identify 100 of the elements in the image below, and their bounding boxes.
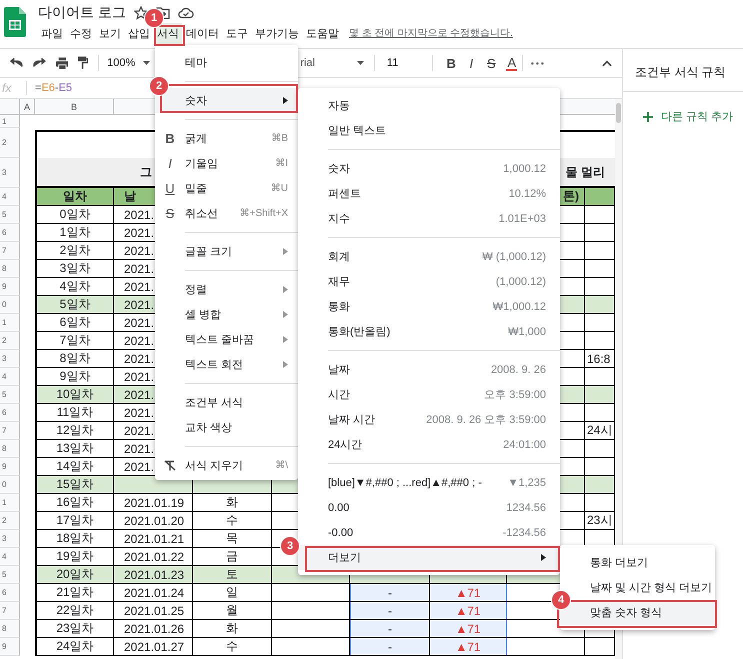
font-dropdown[interactable]: rial: [300, 57, 364, 69]
last-edit-link[interactable]: 몇 초 전에 마지막으로 수정했습니다.: [349, 26, 513, 40]
table-cell: 2021.01.19: [114, 494, 193, 511]
row-number[interactable]: 2: [0, 332, 20, 350]
row-number[interactable]: 9: [0, 458, 20, 476]
row-number[interactable]: 7: [0, 422, 20, 440]
table-cell: -: [350, 620, 430, 637]
row-number[interactable]: 5: [0, 386, 20, 404]
shortcut-text: ⌘\: [275, 460, 288, 471]
menu-item[interactable]: 날짜 시간 2008. 9. 26 오후 3:59:00: [298, 407, 560, 432]
row-number[interactable]: 1: [0, 314, 20, 332]
table-cell: 23일차: [37, 620, 114, 637]
row-number[interactable]: 1: [0, 494, 20, 512]
menu-item[interactable]: 파일: [38, 22, 66, 44]
menu-item[interactable]: 보기: [96, 22, 124, 44]
table-cell: 5일차: [37, 296, 114, 313]
menu-item[interactable]: 부가기능: [252, 22, 302, 44]
menu-item[interactable]: 날짜 2008. 9. 26: [298, 357, 560, 382]
table-cell: 16일차: [37, 494, 114, 511]
row-number[interactable]: 9: [0, 638, 20, 656]
column-header[interactable]: A: [20, 99, 35, 114]
plus-icon: [643, 112, 653, 122]
menu-item[interactable]: 테마: [155, 50, 298, 75]
row-number[interactable]: 4: [0, 548, 20, 566]
format-example: (1,000.12): [496, 276, 546, 288]
shortcut-text: ⌘B: [271, 133, 288, 144]
row-number[interactable]: 0: [0, 296, 20, 314]
row-number[interactable]: 6: [0, 224, 20, 242]
row-number[interactable]: 7: [0, 242, 20, 260]
more-icon[interactable]: [531, 62, 544, 64]
menu-item[interactable]: 자동: [298, 93, 560, 118]
menu-item[interactable]: 도움말: [303, 22, 342, 44]
menu-item[interactable]: 재무 (1,000.12): [298, 269, 560, 294]
menu-item[interactable]: 수정: [67, 22, 95, 44]
menu-item[interactable]: 0.00 1234.56: [298, 495, 560, 520]
menu-item[interactable]: -0.00 -1234.56: [298, 520, 560, 545]
table-cell: -: [350, 584, 430, 601]
row-number[interactable]: 5: [0, 206, 20, 224]
row-number[interactable]: 8: [0, 440, 20, 458]
row-number[interactable]: 8: [0, 260, 20, 278]
row-number[interactable]: 3: [0, 530, 20, 548]
menu-item[interactable]: 일반 텍스트: [298, 118, 560, 143]
column-header[interactable]: B: [35, 99, 114, 114]
row-number[interactable]: 1: [0, 115, 20, 128]
row-number[interactable]: 9: [0, 278, 20, 296]
table-cell: 2021.01.22: [114, 548, 193, 565]
menu-item[interactable]: 시간 오후 3:59:00: [298, 382, 560, 407]
row-number[interactable]: 0: [0, 476, 20, 494]
menu-item[interactable]: 회계 ₩ (1,000.12): [298, 244, 560, 269]
row-number[interactable]: 8: [0, 620, 20, 638]
row-number[interactable]: 6: [0, 584, 20, 602]
format-example: ▼1,235: [508, 476, 546, 488]
bold-icon[interactable]: B: [441, 56, 462, 70]
menu-item[interactable]: 데이터: [183, 22, 222, 44]
table-cell: 8일차: [37, 350, 114, 367]
row-number[interactable]: 5: [0, 566, 20, 584]
menu-item[interactable]: 지수 1.01E+03: [298, 206, 560, 231]
shortcut-text: ⌘+Shift+X: [240, 208, 288, 219]
table-cell: 0일차: [37, 206, 114, 223]
row-number[interactable]: 3: [0, 350, 20, 368]
row-number[interactable]: 7: [0, 602, 20, 620]
zoom-dropdown[interactable]: 100%: [107, 57, 150, 69]
menu-item[interactable]: [blue]▼#,##0 ; ...red]▲#,##0 ; - ▼1,235: [298, 470, 560, 495]
table-cell: -: [350, 638, 430, 655]
formula-input[interactable]: =E6-E5: [35, 82, 72, 94]
font-size-field[interactable]: 11: [386, 57, 398, 69]
row-number[interactable]: 2: [0, 512, 20, 530]
folder-icon[interactable]: [156, 7, 170, 19]
chevron-up-icon[interactable]: [602, 60, 612, 66]
table-cell: 3일차: [37, 260, 114, 277]
row-number[interactable]: 2: [0, 128, 20, 158]
menu-item[interactable]: 숫자 1,000.12: [298, 156, 560, 181]
italic-icon[interactable]: I: [461, 56, 482, 70]
sheets-logo-icon[interactable]: [4, 7, 26, 37]
row-number[interactable]: 4: [0, 188, 20, 206]
row-number[interactable]: 6: [0, 404, 20, 422]
add-rule-button[interactable]: 다른 규칙 추가: [643, 109, 734, 124]
table-cell: 14일차: [37, 458, 114, 475]
menu-item[interactable]: I 기울임 ⌘I: [155, 151, 298, 176]
undo-icon[interactable]: [10, 58, 23, 68]
row-number[interactable]: 4: [0, 368, 20, 386]
menu-item[interactable]: 도구: [223, 22, 251, 44]
menu-item[interactable]: 통화 더보기: [560, 550, 715, 575]
title-text: 물 멀리: [566, 164, 605, 180]
menu-item[interactable]: 더보기: [298, 545, 560, 570]
print-icon[interactable]: [56, 56, 68, 70]
row-number[interactable]: 3: [0, 158, 20, 188]
table-cell: 12일차: [37, 422, 114, 439]
redo-icon[interactable]: [32, 58, 46, 68]
document-title[interactable]: 다이어트 로그: [38, 4, 126, 22]
strikethrough-icon[interactable]: S: [481, 56, 502, 70]
table-cell: 9일차: [37, 368, 114, 385]
menu-item[interactable]: B 굵게 ⌘B: [155, 126, 298, 151]
menu-item[interactable]: 24시간 24:01:00: [298, 432, 560, 457]
star-icon[interactable]: [134, 6, 148, 20]
menu-item[interactable]: 통화(반올림) ₩1,000: [298, 319, 560, 344]
cloud-icon[interactable]: [178, 7, 194, 19]
step-badge: 3: [280, 536, 300, 556]
paint-format-icon[interactable]: [78, 56, 88, 70]
menu-item[interactable]: 통화 ₩1,000.12: [298, 294, 560, 319]
